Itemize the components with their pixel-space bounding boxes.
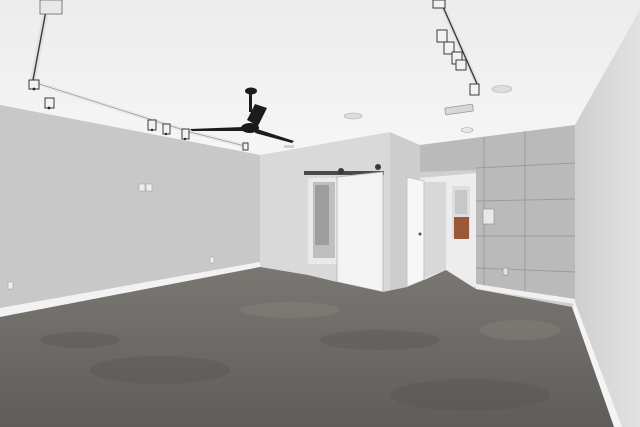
ceiling-sensor [284, 145, 294, 148]
room-photo [0, 0, 640, 427]
outlet-icon [7, 281, 14, 290]
smoke-detector-icon [460, 127, 474, 133]
recessed-light-icon [491, 85, 513, 93]
barn-door-roller-icon [338, 168, 344, 174]
open-door [406, 176, 425, 288]
brick-wall [454, 217, 469, 239]
door-handle [418, 232, 422, 236]
outlet-icon [209, 256, 215, 264]
hallway-window [455, 190, 467, 214]
intercom-panel [482, 208, 495, 225]
light-switch-icon [138, 183, 146, 192]
light-switch-icon [145, 183, 153, 192]
barn-door-icon [336, 171, 384, 293]
outlet-icon [502, 267, 509, 276]
recessed-light-icon [343, 112, 363, 120]
closet-dark [315, 185, 329, 245]
barn-door-roller-icon [375, 164, 381, 170]
hallway-wall [424, 182, 446, 278]
